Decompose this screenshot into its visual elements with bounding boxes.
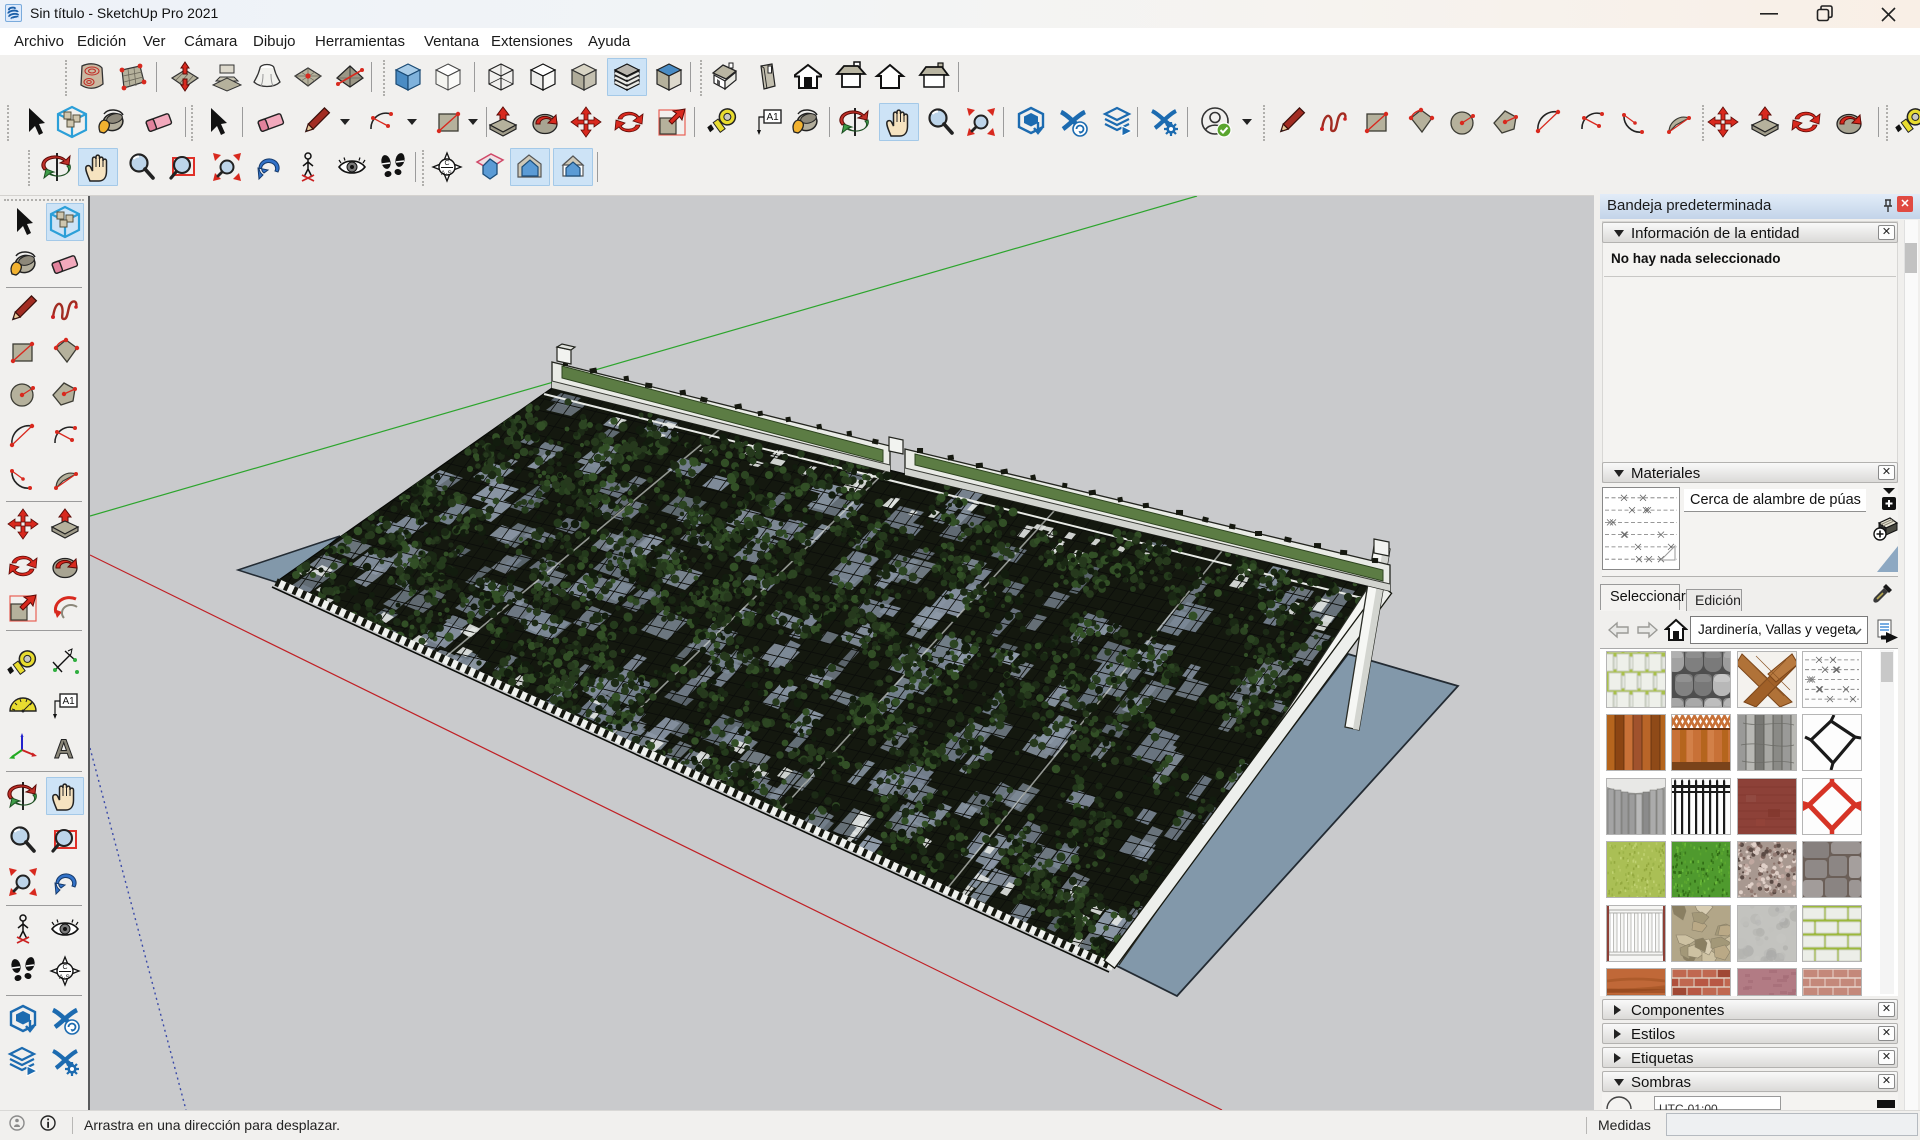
svg-text:A1: A1: [767, 112, 780, 123]
svg-text:C: C: [63, 964, 68, 971]
svg-text:A: A: [54, 734, 74, 764]
svg-text:A·S: A·S: [59, 974, 71, 981]
svg-text:A·S: A·S: [441, 170, 453, 177]
svg-text:A1: A1: [63, 696, 76, 707]
svg-text:C: C: [445, 160, 450, 167]
